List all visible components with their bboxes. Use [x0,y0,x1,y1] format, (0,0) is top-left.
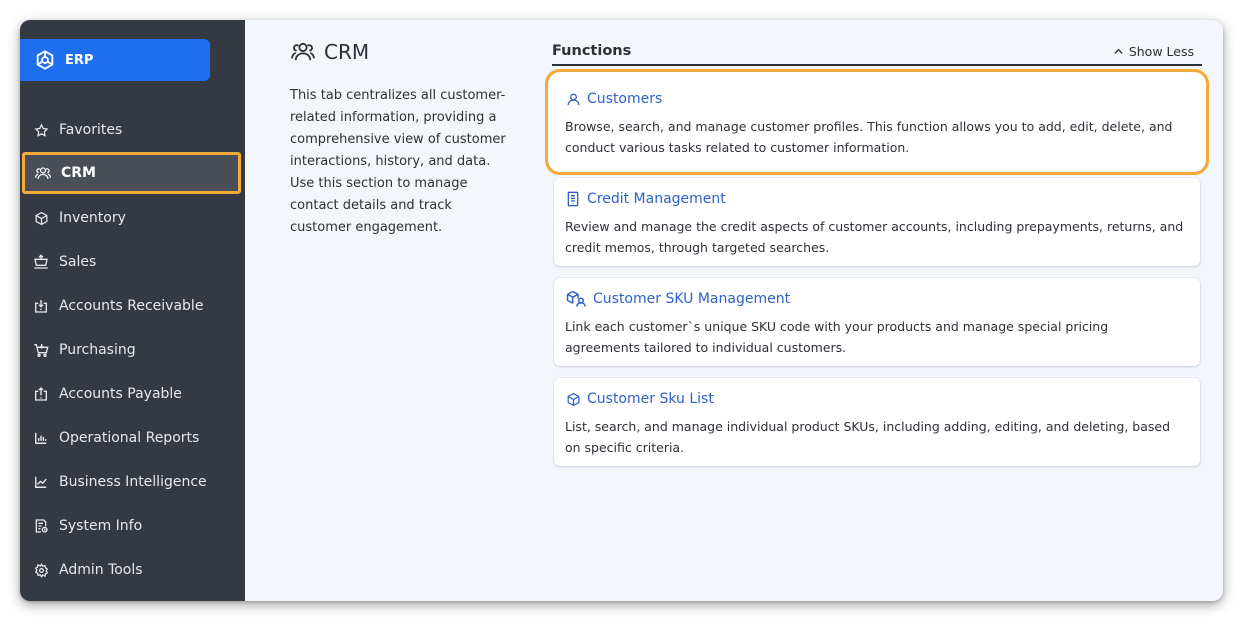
show-less-button[interactable]: Show Less [1113,44,1194,59]
sidebar-item-label: Inventory [59,210,126,226]
brand-label: ERP [65,52,94,68]
sidebar-item-crm[interactable]: CRM [22,152,241,194]
function-card-customer-sku-list[interactable]: Customer Sku List List, search, and mana… [554,378,1200,466]
sidebar-item-label: Favorites [59,122,123,138]
card-title-text: Customer Sku List [587,391,714,407]
function-card-customer-sku-management[interactable]: Customer SKU Management Link each custom… [554,278,1200,366]
document-clock-icon [33,518,49,534]
box-person-icon [565,290,587,307]
person-icon [565,91,581,107]
card-description: Browse, search, and manage customer prof… [565,119,1173,155]
sidebar-item-label: System Info [59,518,143,534]
erp-logo-icon [33,48,57,72]
bar-chart-icon [33,430,49,446]
sidebar-item-label: Accounts Receivable [59,298,204,314]
sidebar-item-label: Operational Reports [59,430,200,446]
main-content: CRM This tab centralizes all customer-re… [245,20,1223,601]
sidebar-item-business-intelligence[interactable]: Business Intelligence [20,460,245,504]
card-title-text: Customers [587,91,663,107]
sidebar-item-purchasing[interactable]: Purchasing [20,328,245,372]
people-icon [290,41,316,63]
card-title: Customer Sku List [565,391,714,407]
sidebar-item-label: Business Intelligence [59,474,207,490]
sidebar-item-inventory[interactable]: Inventory [20,196,245,240]
sidebar-item-system-info[interactable]: System Info [20,504,245,548]
functions-header: Functions Show Less [552,42,1202,66]
star-icon [33,122,49,138]
line-chart-icon [33,474,49,490]
sidebar-item-favorites[interactable]: Favorites [20,108,245,152]
receipt-icon [565,191,581,207]
sidebar-item-accounts-payable[interactable]: Accounts Payable [20,372,245,416]
sidebar-item-admin-tools[interactable]: Admin Tools [20,548,245,592]
function-card-credit-management[interactable]: Credit Management Review and manage the … [554,178,1200,266]
people-icon [35,165,51,181]
payable-icon [33,386,49,402]
gear-icon [33,562,49,578]
sidebar-item-operational-reports[interactable]: Operational Reports [20,416,245,460]
brand-button[interactable]: ERP [20,39,210,81]
receive-icon [33,298,49,314]
card-description: Link each customer`s unique SKU code wit… [565,319,1109,355]
sidebar-item-label: Sales [59,254,97,270]
functions-title: Functions [552,43,632,59]
sidebar-item-label: Admin Tools [59,562,143,578]
card-title-text: Customer SKU Management [593,291,791,307]
page-title: CRM [324,40,370,64]
sidebar-item-label: CRM [61,165,96,181]
show-less-label: Show Less [1128,44,1194,59]
card-title-text: Credit Management [587,191,726,207]
app-window: ERP Favorites CRM Inventory Sales Accoun… [20,20,1223,601]
cube-icon [565,391,581,407]
function-card-customers[interactable]: Customers Browse, search, and manage cus… [554,78,1200,166]
sidebar: ERP Favorites CRM Inventory Sales Accoun… [20,20,245,601]
card-title: Customer SKU Management [565,290,791,307]
chevron-up-icon [1113,46,1125,58]
sidebar-item-label: Accounts Payable [59,386,182,402]
page-header: CRM [290,40,369,64]
box-icon [33,210,49,226]
cart-icon [33,342,49,358]
sidebar-item-label: Purchasing [59,342,136,358]
sidebar-item-sales[interactable]: Sales [20,240,245,284]
card-description: List, search, and manage individual prod… [565,419,1171,455]
card-description: Review and manage the credit aspects of … [565,219,1184,255]
page-description: This tab centralizes all customer-relate… [290,88,506,235]
sidebar-item-accounts-receivable[interactable]: Accounts Receivable [20,284,245,328]
sales-icon [33,254,49,270]
card-title: Customers [565,91,662,107]
card-title: Credit Management [565,191,726,207]
